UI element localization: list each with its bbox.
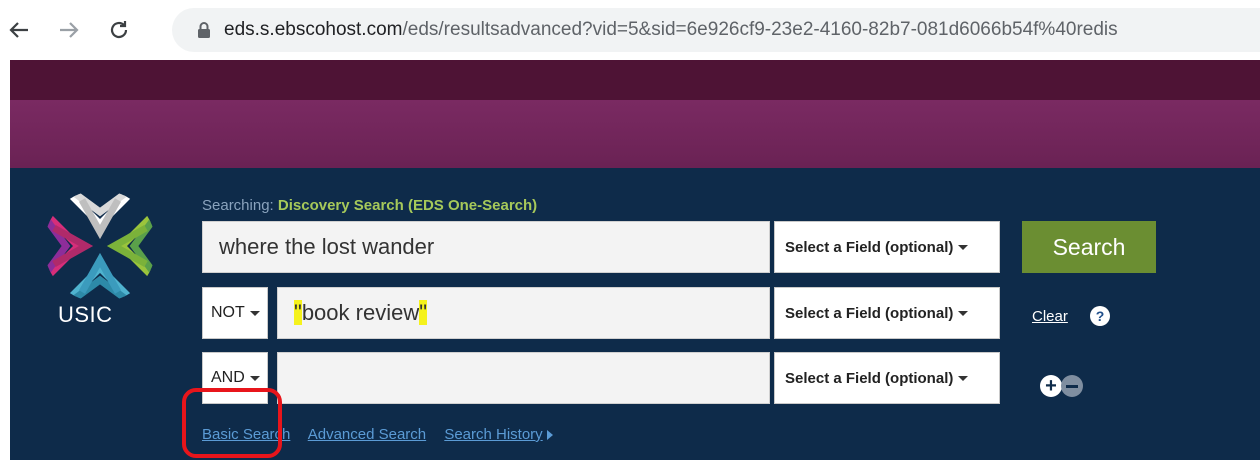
clear-link[interactable]: Clear bbox=[1032, 308, 1068, 325]
address-bar[interactable]: eds.s.ebscohost.com/eds/resultsadvanced?… bbox=[172, 8, 1260, 52]
chevron-down-icon bbox=[958, 375, 969, 381]
query-input-3[interactable] bbox=[277, 352, 770, 404]
highlighted-quote: " bbox=[294, 300, 302, 325]
field-select-1[interactable]: Select a Field (optional) bbox=[774, 221, 1000, 273]
searching-label: Searching: Discovery Search (EDS One-Sea… bbox=[202, 197, 537, 214]
back-arrow-icon[interactable] bbox=[2, 13, 36, 47]
boolean-select-label-2: NOT bbox=[211, 304, 245, 321]
chevron-down-icon bbox=[249, 310, 260, 316]
chevron-down-icon bbox=[958, 310, 969, 316]
boolean-select-3[interactable]: AND bbox=[202, 352, 268, 404]
url-host: eds.s.ebscohost.com bbox=[224, 19, 403, 40]
query-text-2: "book review" bbox=[294, 300, 428, 326]
lock-icon bbox=[198, 22, 210, 38]
url-text: eds.s.ebscohost.com/eds/resultsadvanced?… bbox=[224, 18, 1118, 42]
query-input-1[interactable]: where the lost wander bbox=[202, 221, 770, 273]
search-links: Basic Search Advanced Search Search Hist… bbox=[202, 426, 553, 443]
remove-row-icon[interactable] bbox=[1061, 375, 1083, 397]
searching-prefix: Searching: bbox=[202, 197, 274, 214]
header-banner bbox=[10, 100, 1260, 168]
chevron-down-icon bbox=[249, 375, 260, 381]
reload-icon[interactable] bbox=[102, 13, 136, 47]
boolean-select-2[interactable]: NOT bbox=[202, 287, 268, 339]
logo-text: USIC bbox=[58, 302, 113, 327]
query-input-2[interactable]: "book review" bbox=[277, 287, 770, 339]
usic-logo-icon bbox=[44, 190, 156, 302]
browser-toolbar: eds.s.ebscohost.com/eds/resultsadvanced?… bbox=[0, 0, 1260, 60]
query-text-1: where the lost wander bbox=[219, 234, 435, 259]
field-select-label-3: Select a Field (optional) bbox=[785, 369, 954, 387]
highlighted-quote: " bbox=[419, 300, 428, 325]
boolean-select-label-3: AND bbox=[211, 369, 245, 386]
chevron-down-icon bbox=[958, 244, 969, 250]
basic-search-link[interactable]: Basic Search bbox=[202, 426, 290, 443]
query-text-2-body: book review bbox=[301, 300, 420, 325]
field-select-label-1: Select a Field (optional) bbox=[785, 238, 954, 256]
field-select-3[interactable]: Select a Field (optional) bbox=[774, 352, 1000, 404]
ebsco-page: USIC Searching: Discovery Search (EDS On… bbox=[10, 60, 1260, 460]
advanced-search-panel: USIC Searching: Discovery Search (EDS On… bbox=[10, 168, 1260, 460]
field-select-label-2: Select a Field (optional) bbox=[785, 304, 954, 322]
caret-right-icon bbox=[546, 430, 553, 441]
field-select-2[interactable]: Select a Field (optional) bbox=[774, 287, 1000, 339]
search-button[interactable]: Search bbox=[1022, 221, 1156, 273]
add-row-icon[interactable]: + bbox=[1040, 375, 1062, 397]
database-link[interactable]: Discovery Search (EDS One-Search) bbox=[278, 197, 537, 214]
url-path: /eds/resultsadvanced?vid=5&sid=6e926cf9-… bbox=[402, 19, 1118, 40]
advanced-search-link[interactable]: Advanced Search bbox=[308, 426, 426, 443]
forward-arrow-icon[interactable] bbox=[52, 13, 86, 47]
help-icon[interactable]: ? bbox=[1090, 306, 1110, 326]
search-history-link[interactable]: Search History bbox=[444, 426, 542, 443]
header-top-band bbox=[10, 60, 1260, 100]
